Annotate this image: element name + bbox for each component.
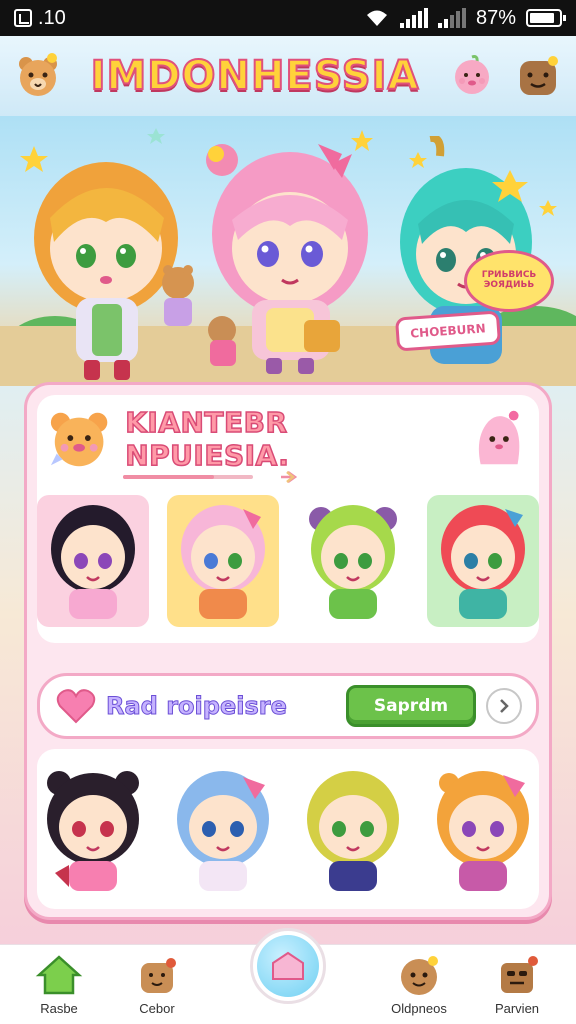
wifi-icon (366, 10, 387, 26)
nav-center-inner (257, 935, 319, 997)
status-right: 87% (364, 6, 566, 30)
bear-icon (141, 958, 176, 993)
status-bar: .10 87% (0, 0, 576, 36)
character-green-hair-icon (309, 505, 397, 619)
hero-char-orange[interactable] (18, 138, 198, 386)
section-title: KIANTEBR NPUIESIA. (124, 405, 290, 473)
chevron-right-icon (500, 699, 509, 713)
pink-ghost-icon (478, 410, 520, 465)
bear-face-icon[interactable] (12, 50, 64, 102)
nav-label-friends: Oldpneos (391, 1001, 447, 1016)
section-header: KIANTEBR NPUIESIA. (47, 405, 529, 473)
character-row-2 (37, 761, 539, 901)
bear-face-icon (401, 956, 438, 995)
character-card[interactable] (427, 761, 539, 901)
character-blue-hair-icon (177, 771, 269, 891)
character-yellow-hair-icon (307, 771, 399, 891)
hero-char-pink[interactable] (192, 130, 382, 380)
character-card[interactable] (427, 495, 539, 627)
character-orange-hair-icon (437, 771, 529, 891)
character-bear-black-icon (47, 771, 139, 891)
battery-fill (530, 13, 555, 23)
character-red-hair-icon (441, 505, 525, 619)
character-card[interactable] (167, 761, 279, 901)
character-row-1 (37, 495, 539, 627)
next-button[interactable] (486, 688, 522, 724)
app-title: IMDONHESSIA (90, 52, 420, 100)
battery-text: 87% (475, 6, 516, 29)
character-card[interactable] (37, 761, 149, 901)
nav-item-home[interactable]: Rasbe (18, 953, 100, 1016)
signal-icon (399, 8, 428, 28)
character-pink-hair-icon (181, 505, 265, 619)
nav-item-bear[interactable]: Cebor (116, 953, 198, 1016)
character-black-hair-icon (51, 505, 135, 619)
speech-bubble: ГРИЬВИСЬ ЭОЯДИЬЬ (464, 250, 554, 312)
signal-2-icon (437, 8, 466, 28)
home-center-icon (272, 951, 304, 980)
nav-center-button[interactable] (250, 928, 326, 1004)
app-header: IMDONHESSIA (0, 36, 576, 116)
main-panel: KIANTEBR NPUIESIA. Rad roipeisre Saprdm (24, 382, 552, 920)
character-card[interactable] (297, 495, 409, 627)
character-card[interactable] (37, 495, 149, 627)
brown-face-icon[interactable] (512, 50, 564, 102)
nav-label-profile: Parvien (494, 1001, 540, 1016)
status-time: .10 (38, 6, 66, 29)
nav-label-home: Rasbe (40, 1001, 78, 1016)
nav-item-profile[interactable]: Parvien (476, 953, 558, 1016)
action-title: Rad roipeisre (106, 692, 288, 721)
status-left: .10 (14, 7, 66, 30)
nav-label-bear: Cebor (139, 1001, 175, 1016)
nav-item-friends[interactable]: Oldpneos (378, 953, 460, 1016)
screenshot-icon (14, 9, 32, 27)
bear-face-icon (50, 412, 108, 467)
hero-banner: ГРИЬВИСЬ ЭОЯДИЬЬ CHOEBURN (0, 116, 576, 386)
header-right (446, 50, 564, 102)
box-face-icon (501, 956, 538, 993)
battery-icon (526, 9, 566, 27)
house-icon (35, 955, 83, 995)
arrow-right-small-icon (286, 471, 295, 483)
primary-action-button[interactable]: Saprdm (346, 685, 476, 727)
heart-icon (56, 689, 96, 724)
character-card[interactable] (297, 761, 409, 901)
action-bar: Rad roipeisre Saprdm (37, 673, 539, 739)
section-progress (123, 475, 253, 479)
character-card[interactable] (167, 495, 279, 627)
pink-blob-icon[interactable] (446, 50, 498, 102)
section-progress-fill (123, 475, 214, 479)
hero-badge: CHOEBURN (394, 310, 502, 352)
